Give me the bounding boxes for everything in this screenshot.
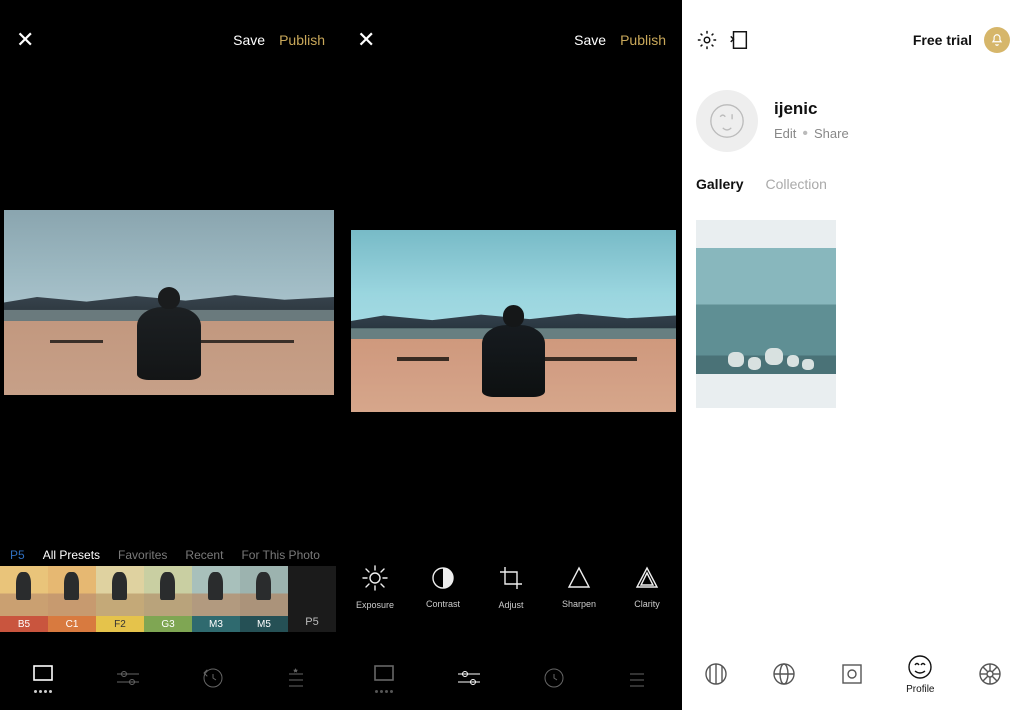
nav-studio[interactable] [840,662,864,686]
editor-tools-screen: ✕ Save Publish Exposure Contrast [341,0,682,710]
edit-profile-link[interactable]: Edit [774,126,796,141]
tab-recent[interactable]: Recent [185,548,223,562]
tab-favorites[interactable]: Favorites [118,548,167,562]
tool-label: Sharpen [562,599,596,609]
studio-icon [840,662,864,686]
save-button[interactable]: Save [233,32,265,48]
profile-header: ijenic Edit•Share [682,80,1024,176]
publish-button[interactable]: Publish [620,32,666,48]
crop-icon [497,564,525,592]
preview-image[interactable] [4,210,334,395]
notifications-icon[interactable] [984,27,1010,53]
editor-presets-screen: ✕ Save Publish P5 All Presets Favorites … [0,0,341,710]
sharpen-icon [566,565,592,591]
preset-code[interactable]: P5 [10,548,25,562]
nav-feed[interactable] [703,661,729,687]
nav-presets[interactable] [364,664,404,693]
tool-label: Adjust [498,600,523,610]
close-icon[interactable]: ✕ [357,27,375,53]
header: ✕ Save Publish [341,0,682,80]
preset-category-tabs: P5 All Presets Favorites Recent For This… [0,548,341,562]
nav-history[interactable] [534,666,574,690]
nav-sliders[interactable] [449,668,489,688]
globe-icon [771,661,797,687]
gallery-thumbnail[interactable] [696,220,836,408]
history-icon [542,666,566,690]
profile-tabs: Gallery Collection [682,176,1024,192]
sliders-icon [115,668,141,688]
tool-adjust[interactable]: Adjust [477,564,545,610]
tab-all-presets[interactable]: All Presets [43,548,100,562]
nav-discover[interactable] [771,661,797,687]
preset-p5-selected[interactable]: P5 [288,566,336,632]
nav-spaces[interactable] [977,661,1003,687]
profile-screen: Free trial ijenic Edit•Share Gallery Col… [682,0,1024,710]
nav-label: Profile [906,684,934,695]
history-icon [201,666,225,690]
sliders-icon [456,668,482,688]
tool-label: Exposure [356,600,394,610]
tab-gallery[interactable]: Gallery [696,176,743,192]
tab-collection[interactable]: Collection [765,176,826,192]
nav-profile[interactable]: Profile [906,654,934,695]
nav-recipes[interactable] [619,668,659,688]
tool-contrast[interactable]: Contrast [409,565,477,609]
presets-icon [372,664,396,684]
recipes-icon [285,668,311,688]
exposure-icon [361,564,389,592]
header: ✕ Save Publish [0,0,341,80]
add-to-device-icon[interactable] [728,29,750,51]
feed-icon [703,661,729,687]
save-button[interactable]: Save [574,32,606,48]
free-trial-button[interactable]: Free trial [913,32,972,48]
username: ijenic [774,99,849,119]
bottom-nav [0,646,341,710]
gear-icon[interactable] [696,29,718,51]
preset-c1[interactable]: C1 [48,566,96,632]
wheel-icon [977,661,1003,687]
tool-exposure[interactable]: Exposure [341,564,409,610]
tool-sharpen[interactable]: Sharpen [545,565,613,609]
nav-sliders[interactable] [108,668,148,688]
tool-label: Clarity [634,599,660,609]
share-profile-link[interactable]: Share [814,126,849,141]
close-icon[interactable]: ✕ [16,27,34,53]
preview-image[interactable] [351,230,676,412]
clarity-icon [634,565,660,591]
nav-recipes[interactable] [278,668,318,688]
tool-label: Contrast [426,599,460,609]
preset-b5[interactable]: B5 [0,566,48,632]
profile-icon [907,654,933,680]
preset-g3[interactable]: G3 [144,566,192,632]
bottom-nav [341,646,682,710]
preset-f2[interactable]: F2 [96,566,144,632]
adjust-tools: Exposure Contrast Adjust Sharpen Clarity… [341,542,682,632]
avatar-placeholder-icon [710,104,744,138]
preset-m5[interactable]: M5 [240,566,288,632]
nav-history[interactable] [193,666,233,690]
avatar[interactable] [696,90,758,152]
contrast-icon [430,565,456,591]
bottom-nav: Profile [682,638,1024,710]
preset-m3[interactable]: M3 [192,566,240,632]
tool-clarity[interactable]: Clarity [613,565,681,609]
publish-button[interactable]: Publish [279,32,325,48]
presets-icon [31,664,55,684]
header: Free trial [682,0,1024,80]
tab-for-this-photo[interactable]: For This Photo [241,548,319,562]
preset-strip: B5 C1 F2 G3 M3 M5 P5 [0,566,341,632]
nav-presets[interactable] [23,664,63,693]
recipes-icon [626,668,652,688]
